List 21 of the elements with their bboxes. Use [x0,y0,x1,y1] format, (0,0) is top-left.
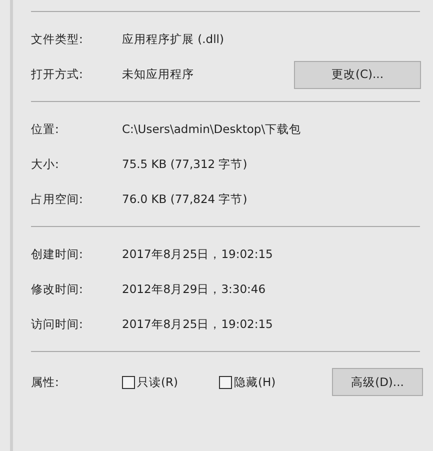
field-label: 打开方式: [31,67,84,82]
checkbox[interactable]: 隐藏(H) [219,374,316,390]
field-value: C:\Users\admin\Desktop\下载包 [122,122,302,137]
field-label: 属性: [31,374,60,390]
change-button[interactable]: 更改(C)... [294,60,421,88]
field-value: 未知应用程序 [122,67,194,82]
field-value: 76.0 KB (77,824 字节) [122,192,248,207]
field-value: 2017年8月25日，19:02:15 [122,317,273,332]
field-value: 应用程序扩展 (.dll) [122,32,224,47]
field-value: 75.5 KB (77,312 字节) [122,157,248,172]
field-label: 占用空间: [31,192,84,207]
field-label: 创建时间: [31,247,84,262]
field-label: 修改时间: [31,282,84,297]
advanced-button[interactable]: 高级(D)... [332,368,423,396]
field-label: 访问时间: [31,317,84,332]
field-label: 大小: [31,157,60,172]
field-label: 文件类型: [31,32,84,47]
field-label: 位置: [31,122,60,137]
field-value: 2017年8月25日，19:02:15 [122,247,273,262]
checkbox[interactable]: 只读(R) [122,374,219,390]
field-value: 2012年8月29日，3:30:46 [122,282,266,297]
